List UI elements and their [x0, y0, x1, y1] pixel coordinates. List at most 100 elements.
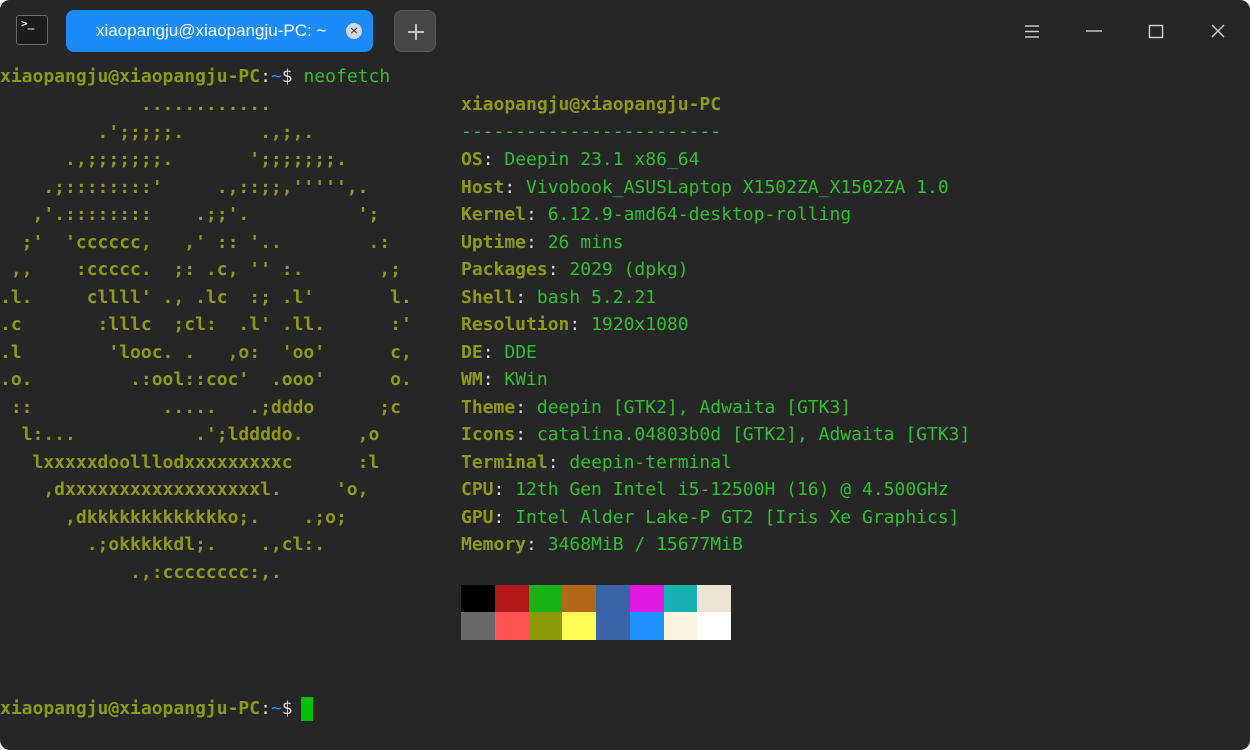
ascii-logo-line: .o. .:ool::coc' .ooo' o.	[0, 369, 412, 390]
info-row: Uptime: 26 mins	[461, 229, 624, 256]
maximize-icon	[1148, 24, 1164, 39]
color-palette	[461, 585, 732, 640]
info-separator: :	[515, 396, 537, 418]
color-swatch	[596, 612, 630, 640]
ascii-logo-line: l:... .';lddddo. ,o	[0, 424, 380, 445]
info-value: deepin-terminal	[569, 451, 732, 473]
info-separator: :	[526, 534, 548, 555]
prompt-separator: :	[260, 698, 271, 719]
prompt-separator: :	[260, 66, 271, 87]
color-swatch	[596, 585, 630, 613]
terminal-window: >_ xiaopangju@xiaopangju-PC: ~ × xiaopan…	[0, 0, 1250, 750]
info-row: Shell: bash 5.2.21	[461, 284, 656, 311]
color-swatch	[461, 612, 495, 640]
info-value: Intel Alder Lake-P GT2 [Iris Xe Graphics…	[515, 506, 960, 528]
hamburger-menu-icon	[1025, 25, 1039, 38]
ascii-logo-line: ,'.:::::::: .;;'. ';	[0, 204, 380, 225]
info-value: Deepin 23.1 x86_64	[504, 149, 700, 170]
prompt-command: neofetch	[303, 66, 391, 87]
title-bar: >_ xiaopangju@xiaopangju-PC: ~ ×	[0, 0, 1250, 63]
tab-title: xiaopangju@xiaopangju-PC: ~	[96, 21, 327, 40]
info-separator: :	[493, 479, 516, 500]
text-cursor	[300, 697, 313, 721]
info-row: GPU: Intel Alder Lake-P GT2 [Iris Xe Gra…	[461, 504, 960, 531]
maximize-button[interactable]	[1141, 16, 1171, 46]
info-header: xiaopangju@xiaopangju-PC	[461, 91, 721, 118]
info-key: Terminal	[461, 451, 548, 473]
ascii-logo-line: lxxxxxdoolllodxxxxxxxxxc :l	[0, 451, 380, 473]
prompt-user: xiaopangju@xiaopangju-PC	[0, 698, 261, 719]
ascii-logo-line: ;' 'cccccc, ,' :: '.. .:	[0, 231, 391, 253]
info-row: Memory: 3468MiB / 15677MiB	[461, 531, 743, 558]
color-swatch	[494, 585, 529, 613]
info-separator: :	[482, 341, 505, 363]
menu-button[interactable]	[1017, 16, 1047, 46]
info-separator: :	[547, 259, 570, 280]
info-value: bash 5.2.21	[536, 286, 657, 308]
plus-icon	[408, 24, 424, 40]
info-row: Packages: 2029 (dpkg)	[461, 256, 689, 283]
color-swatch	[697, 612, 732, 640]
info-key: DE	[461, 341, 483, 363]
color-swatch	[629, 612, 664, 640]
prompt-line-current: xiaopangju@xiaopangju-PC:~$	[0, 695, 313, 722]
ascii-logo-line: .l 'looc. . ,o: 'oo' c,	[0, 341, 412, 363]
info-row: Host: Vivobook_ASUSLaptop X1502ZA_X1502Z…	[461, 174, 949, 201]
terminal-prompt-icon: >_	[21, 17, 35, 30]
tab-close-icon[interactable]: ×	[346, 23, 362, 39]
color-swatch	[461, 585, 495, 613]
info-key: Shell	[461, 286, 516, 308]
ascii-logo-line: .,;;;;;;;. ';;;;;;;.	[0, 149, 347, 170]
info-separator: :	[569, 314, 592, 335]
info-value: 2029 (dpkg)	[569, 259, 689, 280]
prompt-dollar: $	[281, 66, 304, 87]
terminal-output[interactable]: xiaopangju@xiaopangju-PC:~$ neofetch ...…	[0, 63, 1250, 750]
info-separator: :	[504, 176, 527, 198]
info-row: CPU: 12th Gen Intel i5-12500H (16) @ 4.5…	[461, 476, 949, 503]
minimize-button[interactable]	[1079, 16, 1109, 46]
ascii-logo-line: .c :lllc ;cl: .l' .ll. :'	[0, 314, 412, 335]
info-row: Resolution: 1920x1080	[461, 311, 689, 338]
info-key: CPU	[461, 479, 494, 500]
info-key: OS	[461, 149, 483, 170]
info-value: deepin [GTK2], Adwaita [GTK3]	[536, 396, 852, 418]
ascii-logo-line: ,, :ccccc. ;: .c, '' :. ,;	[0, 259, 401, 280]
info-separator: :	[493, 506, 516, 528]
close-button[interactable]	[1203, 16, 1233, 46]
color-swatch	[629, 585, 664, 613]
tab-terminal[interactable]: xiaopangju@xiaopangju-PC: ~ ×	[66, 10, 373, 52]
color-swatch	[494, 612, 529, 640]
ascii-logo-line: .,:cccccccc:,.	[0, 561, 282, 583]
info-value: 26 mins	[547, 231, 624, 253]
info-key: Resolution	[461, 314, 570, 335]
info-separator: :	[515, 286, 537, 308]
ascii-logo-line: .';;;;;. .,;,.	[0, 121, 315, 143]
minimize-icon	[1086, 30, 1102, 32]
prompt-path: ~	[270, 698, 282, 719]
info-value: DDE	[504, 341, 537, 363]
color-swatch	[562, 585, 597, 613]
info-value: KWin	[504, 369, 548, 390]
info-row: Kernel: 6.12.9-amd64-desktop-rolling	[461, 201, 851, 228]
info-separator: :	[482, 149, 505, 170]
info-key: Uptime	[461, 231, 527, 253]
color-swatch	[528, 585, 563, 613]
info-separator: :	[482, 369, 505, 390]
info-key: Memory	[461, 534, 527, 555]
prompt-line: xiaopangju@xiaopangju-PC:~$ neofetch	[0, 63, 390, 90]
info-separator: :	[547, 451, 570, 473]
info-value: Vivobook_ASUSLaptop X1502ZA_X1502ZA 1.0	[526, 176, 949, 198]
info-row: Theme: deepin [GTK2], Adwaita [GTK3]	[461, 394, 851, 421]
prompt-user: xiaopangju@xiaopangju-PC	[0, 66, 261, 87]
color-swatch	[697, 585, 732, 613]
color-swatch	[663, 585, 698, 613]
terminal-app-icon[interactable]: >_	[16, 15, 48, 45]
new-tab-button[interactable]	[394, 10, 436, 52]
info-value: 6.12.9-amd64-desktop-rolling	[547, 204, 852, 225]
ascii-logo-line: ,dxxxxxxxxxxxxxxxxxxl. 'o,	[0, 479, 369, 500]
prompt-path: ~	[270, 66, 282, 87]
color-swatch	[562, 612, 597, 640]
info-separator: :	[526, 204, 548, 225]
info-separator: :	[526, 231, 548, 253]
info-underline: ------------------------	[461, 118, 721, 145]
